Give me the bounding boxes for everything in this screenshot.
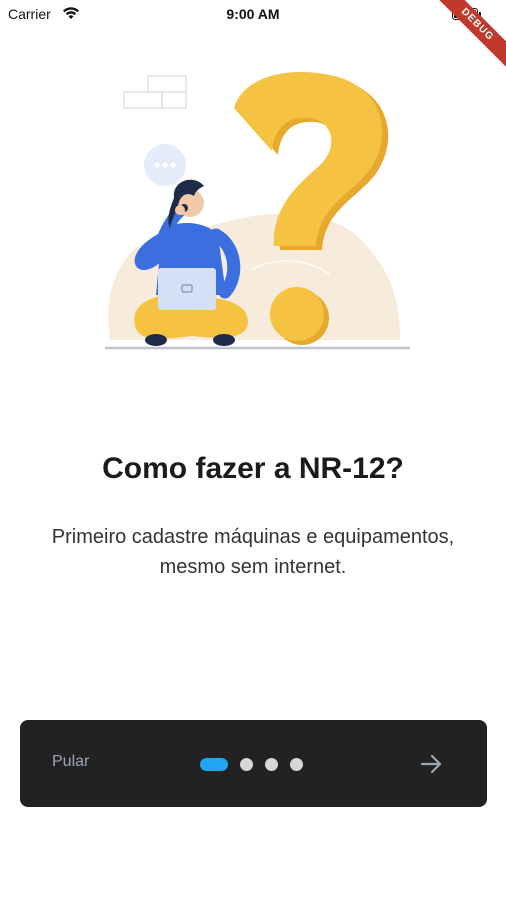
onboarding-navigation-bar: Pular [20, 720, 487, 807]
page-indicator [200, 757, 303, 771]
onboarding-illustration [105, 71, 410, 350]
page-dot-active [200, 757, 228, 771]
onboarding-title: Como fazer a NR-12? [102, 452, 404, 485]
debug-banner: DEBUG [426, 0, 506, 80]
debug-ribbon-label: DEBUG [431, 0, 506, 71]
arrow-right-icon[interactable] [418, 750, 446, 778]
page-dot [240, 757, 253, 771]
page-dot [290, 757, 303, 771]
skip-button[interactable]: Pular [52, 753, 89, 771]
onboarding-description: Primeiro cadastre máquinas e equipamento… [51, 526, 455, 578]
person-illustration [134, 179, 248, 346]
page-dot [265, 757, 278, 771]
brick-decoration [123, 75, 187, 109]
